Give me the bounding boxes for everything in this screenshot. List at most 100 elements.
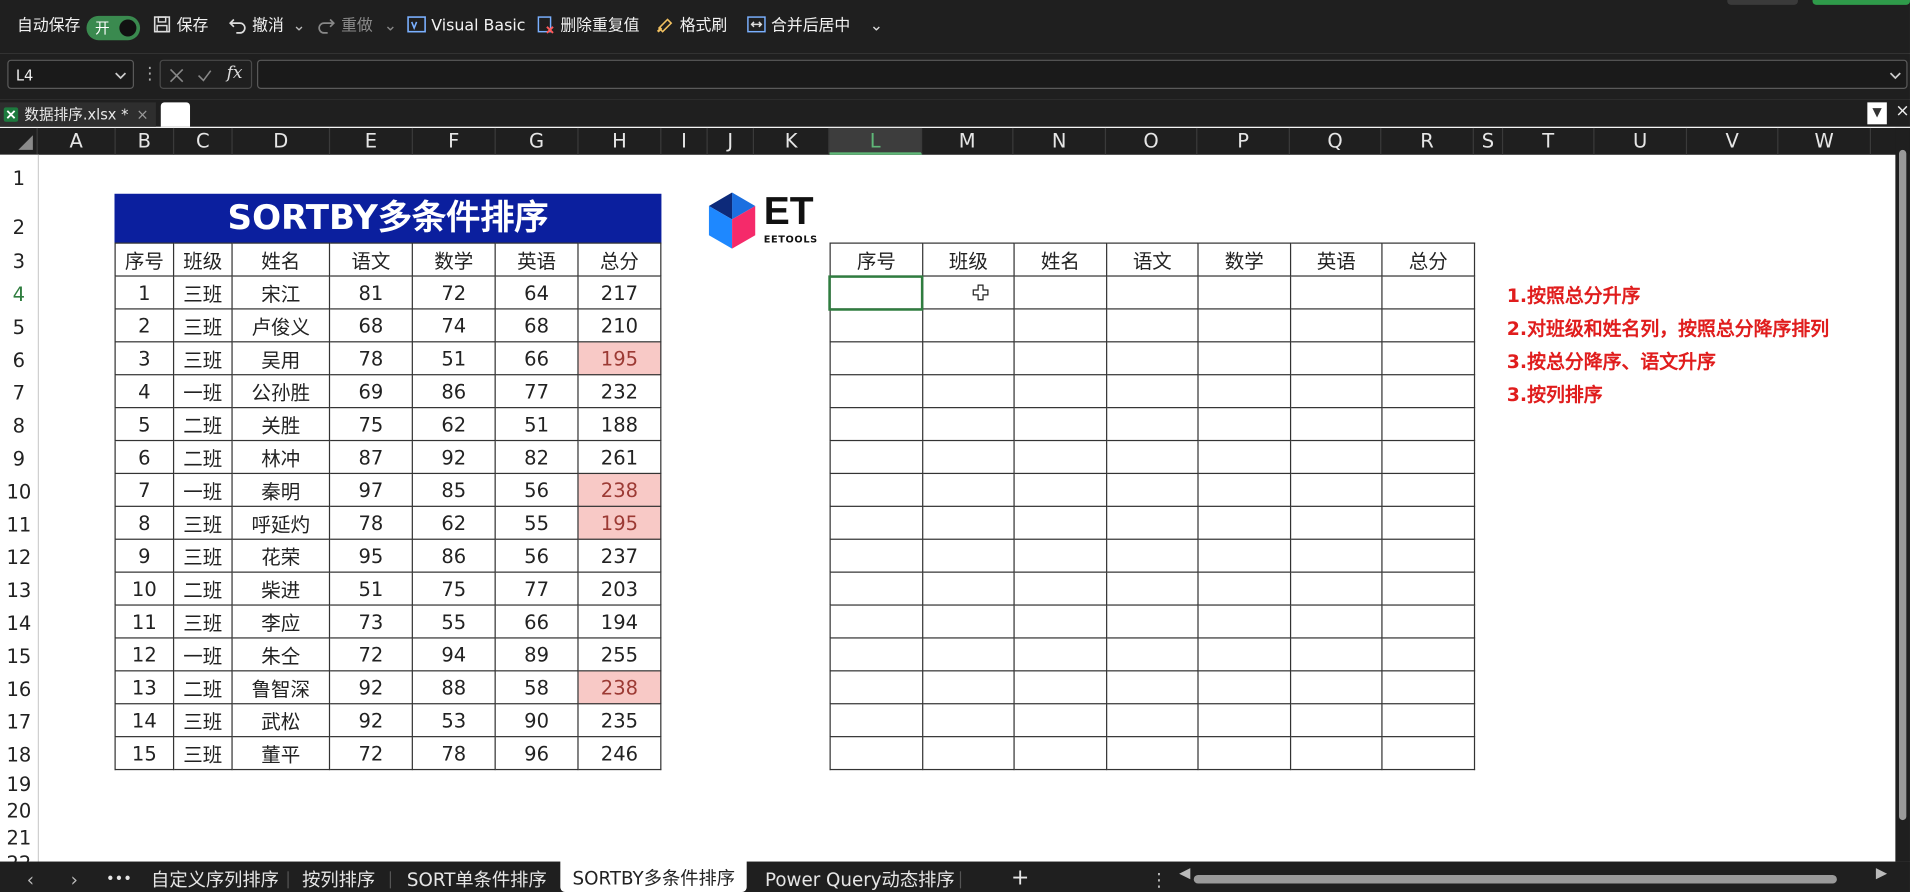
result-cell[interactable] (1289, 275, 1383, 310)
source-cell[interactable]: 90 (494, 703, 579, 738)
result-cell[interactable] (1013, 472, 1108, 507)
column-header-m[interactable]: M (922, 127, 1014, 155)
result-cell[interactable] (1197, 637, 1292, 672)
source-cell[interactable]: 58 (494, 670, 579, 705)
source-cell[interactable]: 78 (328, 341, 413, 376)
result-cell[interactable] (922, 472, 1015, 507)
cancel-icon[interactable] (168, 67, 185, 84)
select-all-corner[interactable] (0, 127, 38, 155)
result-cell[interactable] (1381, 670, 1476, 705)
row-header-14[interactable]: 14 (0, 612, 38, 635)
source-cell[interactable]: 3 (114, 341, 175, 376)
more-sheets-button[interactable]: ••• (106, 862, 132, 892)
result-cell[interactable] (1106, 604, 1199, 639)
source-cell[interactable]: 64 (494, 275, 579, 310)
result-cell[interactable] (829, 637, 924, 672)
column-header-g[interactable]: G (496, 127, 579, 155)
formula-input[interactable] (257, 59, 1908, 89)
result-cell[interactable] (1197, 703, 1292, 738)
row-header-11[interactable]: 11 (0, 513, 38, 536)
result-cell[interactable] (1197, 407, 1292, 442)
source-cell[interactable]: 1 (114, 275, 175, 310)
close-icon[interactable]: × (136, 102, 148, 126)
source-cell[interactable]: 62 (411, 505, 496, 540)
source-cell[interactable]: 66 (494, 604, 579, 639)
source-cell[interactable]: 关胜 (231, 407, 331, 442)
chevron-left-icon[interactable]: ‹ (27, 862, 34, 892)
source-cell[interactable]: 217 (577, 275, 662, 310)
result-cell[interactable] (1013, 374, 1108, 409)
result-cell[interactable] (1106, 736, 1199, 771)
result-cell[interactable] (1197, 374, 1292, 409)
source-header-cell[interactable]: 姓名 (231, 242, 331, 277)
source-cell[interactable]: 5 (114, 407, 175, 442)
source-cell[interactable]: 二班 (172, 407, 233, 442)
source-cell[interactable]: 62 (411, 407, 496, 442)
source-cell[interactable]: 68 (494, 308, 579, 343)
column-header-w[interactable]: W (1778, 127, 1872, 155)
result-cell[interactable] (922, 407, 1015, 442)
result-cell[interactable] (1381, 275, 1476, 310)
format-painter-button[interactable]: 格式刷 (655, 15, 727, 39)
result-cell[interactable] (1106, 637, 1199, 672)
source-cell[interactable]: 9 (114, 538, 175, 573)
source-cell[interactable]: 三班 (172, 341, 233, 376)
result-cell[interactable] (829, 439, 924, 475)
source-cell[interactable]: 三班 (172, 736, 233, 771)
result-cell[interactable] (1106, 472, 1199, 507)
result-cell[interactable] (1381, 439, 1476, 475)
source-cell[interactable]: 10 (114, 571, 175, 606)
source-cell[interactable]: 235 (577, 703, 662, 738)
result-cell[interactable] (1289, 670, 1383, 705)
result-cell[interactable] (922, 670, 1015, 705)
source-cell[interactable]: 92 (328, 670, 413, 705)
new-workbook-tab[interactable] (160, 102, 191, 127)
column-header-o[interactable]: O (1106, 127, 1198, 155)
result-cell[interactable] (829, 703, 924, 738)
source-cell[interactable]: 卢俊义 (231, 308, 331, 343)
result-cell[interactable] (829, 374, 924, 409)
source-cell[interactable]: 203 (577, 571, 662, 606)
column-header-q[interactable]: Q (1290, 127, 1382, 155)
save-button[interactable]: 保存 (152, 15, 208, 39)
result-cell[interactable] (1197, 571, 1292, 606)
source-header-cell[interactable]: 英语 (494, 242, 579, 277)
result-cell[interactable] (1013, 505, 1108, 540)
scroll-right-icon[interactable]: ▶ (1876, 864, 1887, 881)
check-icon[interactable] (196, 67, 213, 84)
source-cell[interactable]: 三班 (172, 275, 233, 310)
source-cell[interactable]: 195 (577, 341, 662, 376)
result-cell[interactable] (829, 472, 924, 507)
source-cell[interactable]: 237 (577, 538, 662, 573)
source-cell[interactable]: 秦明 (231, 472, 331, 507)
result-cell[interactable] (1197, 736, 1292, 771)
result-header-cell[interactable]: 英语 (1289, 242, 1383, 277)
result-cell[interactable] (1197, 439, 1292, 475)
result-cell[interactable] (1106, 341, 1199, 376)
result-cell[interactable] (1197, 505, 1292, 540)
source-cell[interactable]: 李应 (231, 604, 331, 639)
source-cell[interactable]: 96 (494, 736, 579, 771)
result-cell[interactable] (1106, 703, 1199, 738)
result-cell[interactable] (1013, 407, 1108, 442)
sheet-grid[interactable]: SORTBY多条件排序 序号 班级 姓名 语文 数学 英语 总分 1 三班 宋江 81 72 64 217… (38, 155, 1896, 862)
source-cell[interactable]: 4 (114, 374, 175, 409)
column-header-n[interactable]: N (1013, 127, 1107, 155)
source-cell[interactable]: 77 (494, 374, 579, 409)
result-header-cell[interactable]: 序号 (829, 242, 924, 277)
result-cell[interactable] (1013, 670, 1108, 705)
source-cell[interactable]: 72 (411, 275, 496, 310)
source-header-cell[interactable]: 数学 (411, 242, 496, 277)
source-cell[interactable]: 88 (411, 670, 496, 705)
result-cell[interactable] (1381, 604, 1476, 639)
result-cell[interactable] (922, 505, 1015, 540)
source-cell[interactable]: 12 (114, 637, 175, 672)
column-header-h[interactable]: H (579, 127, 662, 155)
result-cell[interactable] (829, 505, 924, 540)
row-header-13[interactable]: 13 (0, 579, 38, 602)
name-box[interactable]: L4 (7, 59, 134, 89)
workbook-tab[interactable]: 数据排序.xlsx * × (0, 102, 156, 127)
result-cell[interactable] (829, 538, 924, 573)
column-header-b[interactable]: B (116, 127, 175, 155)
merge-center-button[interactable]: 合并后居中 (747, 15, 850, 39)
